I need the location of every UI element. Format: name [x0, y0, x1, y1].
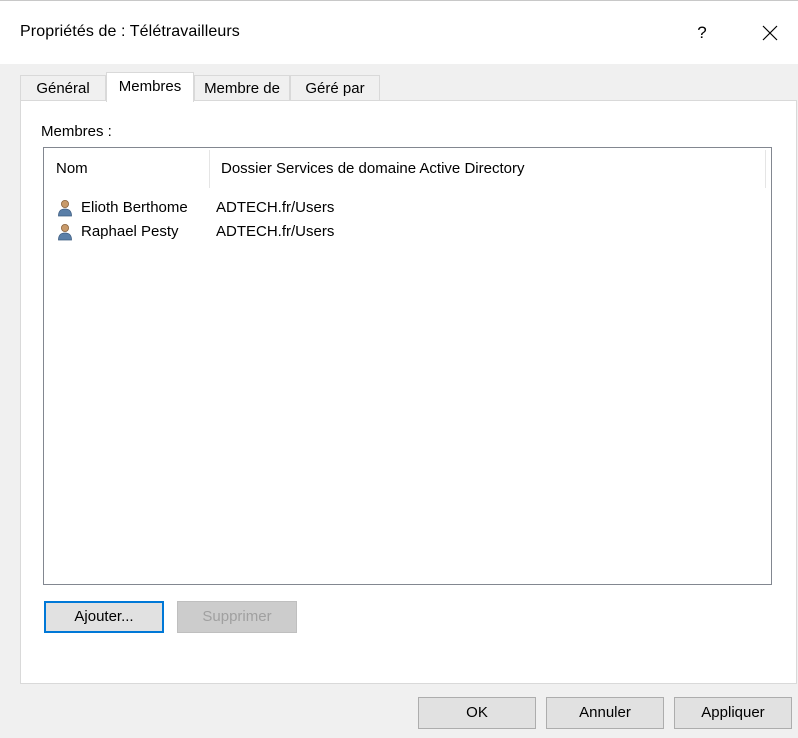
dialog-title: Propriétés de : Télétravailleurs [20, 23, 240, 40]
user-icon [58, 200, 72, 217]
tab-general[interactable]: Général [20, 75, 106, 101]
members-label: Membres : [41, 123, 112, 140]
list-item[interactable]: Raphael Pesty ADTECH.fr/Users [44, 220, 771, 244]
remove-button[interactable]: Supprimer [177, 601, 297, 633]
member-name: Raphael Pesty [81, 223, 179, 240]
cancel-button[interactable]: Annuler [546, 697, 664, 729]
tab-member-of[interactable]: Membre de [194, 75, 290, 101]
list-item[interactable]: Elioth Berthome ADTECH.fr/Users [44, 196, 771, 220]
column-separator[interactable] [765, 150, 766, 188]
members-list[interactable]: Nom Dossier Services de domaine Active D… [43, 147, 772, 585]
member-name: Elioth Berthome [81, 199, 188, 216]
tab-managed-by[interactable]: Géré par [290, 75, 380, 101]
title-bar: Propriétés de : Télétravailleurs ? [0, 0, 798, 64]
help-button[interactable]: ? [684, 15, 720, 51]
list-header: Nom Dossier Services de domaine Active D… [44, 148, 771, 190]
column-header-name[interactable]: Nom [44, 148, 209, 190]
add-button[interactable]: Ajouter... [44, 601, 164, 633]
close-icon [762, 25, 778, 41]
user-icon [58, 224, 72, 241]
properties-dialog: Propriétés de : Télétravailleurs ? Génér… [0, 0, 798, 738]
tab-members[interactable]: Membres [106, 72, 194, 102]
close-button[interactable] [752, 15, 788, 51]
members-tab-page: Membres : Nom Dossier Services de domain… [20, 100, 797, 684]
member-folder: ADTECH.fr/Users [216, 199, 335, 216]
ok-button[interactable]: OK [418, 697, 536, 729]
apply-button[interactable]: Appliquer [674, 697, 792, 729]
column-header-folder[interactable]: Dossier Services de domaine Active Direc… [209, 148, 764, 190]
member-folder: ADTECH.fr/Users [216, 223, 335, 240]
